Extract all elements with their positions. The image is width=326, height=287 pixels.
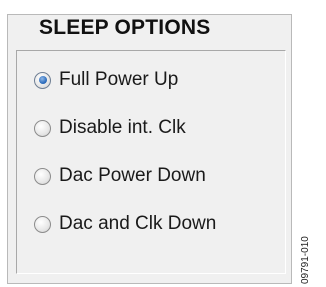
option-label: Dac Power Down bbox=[59, 165, 206, 186]
radio-unselected-icon[interactable] bbox=[34, 167, 51, 185]
option-label: Full Power Up bbox=[59, 69, 179, 90]
radio-unselected-icon[interactable] bbox=[34, 119, 51, 137]
radio-dot-icon bbox=[38, 76, 47, 84]
figure-tag: 09791-010 bbox=[300, 236, 311, 284]
sleep-options-group: SLEEP OPTIONS Full Power Up Disable int.… bbox=[7, 14, 292, 284]
radio-selected-icon[interactable] bbox=[34, 71, 51, 89]
option-dac-and-clk-down[interactable]: Dac and Clk Down bbox=[34, 209, 216, 239]
group-title: SLEEP OPTIONS bbox=[33, 16, 217, 40]
option-full-power-up[interactable]: Full Power Up bbox=[34, 65, 178, 95]
option-label: Dac and Clk Down bbox=[59, 213, 217, 234]
option-disable-int-clk[interactable]: Disable int. Clk bbox=[34, 113, 186, 143]
radio-unselected-icon[interactable] bbox=[34, 215, 51, 233]
option-dac-power-down[interactable]: Dac Power Down bbox=[34, 161, 206, 191]
option-label: Disable int. Clk bbox=[59, 117, 186, 138]
